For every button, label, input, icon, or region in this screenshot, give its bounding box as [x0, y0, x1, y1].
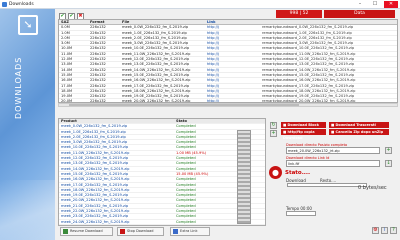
- downloads-window: Downloads – ☐ ✕ ➘ DOWNLOADS ✔ ✔ ✖ 998 | …: [0, 0, 400, 240]
- download-icon[interactable]: ↓: [385, 160, 392, 167]
- resume-download-label: Resume Download: [70, 229, 103, 233]
- refresh-icon[interactable]: ↻: [270, 122, 277, 129]
- completed-list-body: meek_0.0W_226x132_fm_S-2019.zip Completed…: [59, 124, 265, 226]
- counter-badge: 998 | 52: [276, 10, 322, 18]
- download-list-body: 0.0M 226x132 meek_0.0W_226x132_fm_S-2019.z…: [59, 25, 397, 102]
- list-item[interactable]: meek_25.0E_226x132_fm_S-2019.zipComplete…: [59, 225, 265, 226]
- sidebar: ➘ DOWNLOADS: [0, 9, 55, 240]
- download-tracing-button[interactable]: ■ Download Trascerati: [329, 122, 389, 128]
- cancella-zip-button[interactable]: ■ Cancella Zip dopo unZip: [329, 129, 389, 135]
- help-icon[interactable]: ?: [390, 227, 397, 234]
- resume-icon: [63, 229, 68, 234]
- time-field[interactable]: [286, 211, 316, 216]
- sidebar-decoration: [0, 180, 55, 240]
- link-icon: [173, 229, 178, 234]
- status-label: Stato....: [285, 170, 311, 176]
- zipper-decoration: [237, 130, 251, 224]
- scrollbar-thumb[interactable]: [69, 104, 299, 106]
- resume-download-button[interactable]: Resume Download: [60, 227, 113, 236]
- settings-icon[interactable]: ⚙: [372, 227, 379, 234]
- maximize-button[interactable]: ☐: [368, 1, 382, 8]
- window-title: Downloads: [9, 2, 34, 7]
- info-icon[interactable]: i: [381, 227, 388, 234]
- plus-icon[interactable]: +: [270, 130, 277, 137]
- download-list[interactable]: SAZ Format File Link 0.0M 226x132 meek_0.0…: [58, 19, 398, 103]
- horizontal-scrollbar[interactable]: [58, 103, 398, 107]
- http-copy-button[interactable]: ■ http/ftp copia Download: [281, 129, 326, 140]
- data-label: Data: [324, 10, 395, 18]
- download-arrow-icon: ➘: [18, 15, 38, 35]
- extra-link-label: Extra Link: [180, 229, 198, 233]
- close-button[interactable]: ✕: [384, 1, 398, 8]
- stop-download-button[interactable]: Stop Download: [117, 227, 164, 236]
- product-name: meek_25.0E_226x132_fm_S-2019.zip: [61, 225, 181, 226]
- progress-bar: [287, 183, 367, 187]
- status-dot-icon: ●: [269, 166, 282, 179]
- extra-link-button[interactable]: Extra Link: [170, 227, 210, 236]
- sidebar-title: DOWNLOADS: [14, 56, 23, 119]
- download-block-button[interactable]: ■ Download Block: [281, 122, 326, 128]
- status-text: Completed: [176, 225, 236, 226]
- stop-icon: [120, 229, 125, 234]
- app-icon: [2, 2, 7, 7]
- path-field[interactable]: meek_20.0W_226x132_jrt.zip: [286, 147, 380, 154]
- title-bar: Downloads – ☐ ✕: [0, 0, 400, 9]
- minimize-button[interactable]: –: [353, 1, 367, 8]
- stop-download-label: Stop Download: [127, 229, 154, 233]
- add-path-icon[interactable]: +: [385, 147, 392, 154]
- link-field[interactable]: link-ftf: [286, 160, 380, 167]
- completed-list[interactable]: Product Stato meek_0.0W_226x132_fm_S-201…: [58, 118, 266, 226]
- bytes-rate: 0 bytes/sec: [358, 185, 387, 191]
